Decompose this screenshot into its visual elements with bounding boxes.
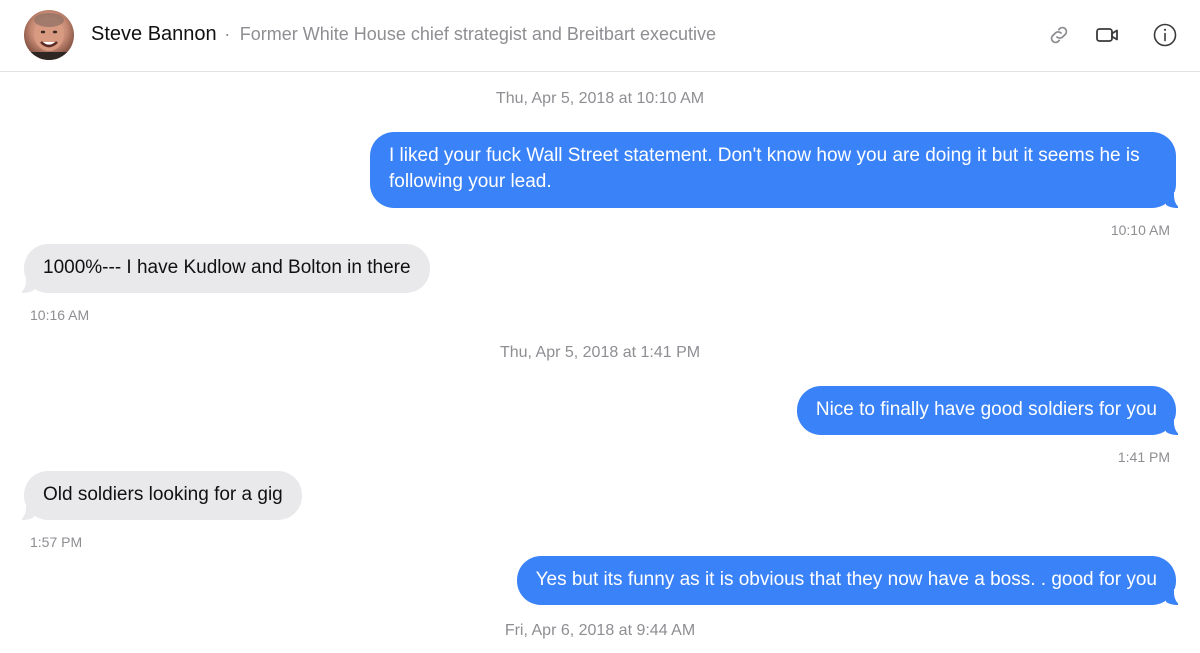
message-text: Yes but its funny as it is obvious that …: [535, 569, 1157, 590]
contact-separator: ·: [224, 24, 231, 44]
outgoing-message-bubble[interactable]: I liked your fuck Wall Street statement.…: [370, 132, 1184, 210]
bubble-tail: [1166, 419, 1184, 437]
message-time: 1:57 PM: [30, 534, 83, 550]
incoming-message-bubble[interactable]: Old soldiers looking for a gig: [16, 471, 302, 522]
bubble-tail: [16, 277, 34, 295]
message-text: Nice to finally have good soldiers for y…: [815, 399, 1157, 420]
message-time: 10:10 AM: [1110, 222, 1170, 238]
bubble-tail: [1166, 589, 1184, 607]
message-text: I liked your fuck Wall Street statement.…: [389, 145, 1140, 192]
incoming-message-bubble[interactable]: 1000%--- I have Kudlow and Bolton in the…: [16, 244, 430, 295]
contact-title: Steve Bannon · Former White House chief …: [91, 23, 716, 46]
contact-name: Steve Bannon: [91, 23, 217, 45]
date-separator: Thu, Apr 5, 2018 at 1:41 PM: [499, 344, 701, 361]
outgoing-message-bubble[interactable]: Nice to finally have good soldiers for y…: [796, 386, 1184, 437]
date-separator: Fri, Apr 6, 2018 at 9:44 AM: [504, 622, 696, 639]
video-camera-icon[interactable]: [1093, 20, 1123, 50]
avatar[interactable]: [24, 10, 74, 60]
info-icon[interactable]: [1150, 20, 1180, 50]
date-separator: Thu, Apr 5, 2018 at 10:10 AM: [495, 90, 705, 107]
message-time: 10:16 AM: [30, 307, 90, 323]
bubble-tail: [16, 504, 34, 522]
message-time: 1:41 PM: [1117, 449, 1170, 465]
message-text: Old soldiers looking for a gig: [43, 484, 283, 505]
link-icon[interactable]: [1044, 20, 1074, 50]
conversation-header: Steve Bannon · Former White House chief …: [0, 0, 1200, 72]
outgoing-message-bubble[interactable]: Yes but its funny as it is obvious that …: [516, 556, 1184, 607]
bubble-tail: [1166, 192, 1184, 210]
contact-description: Former White House chief strategist and …: [239, 24, 716, 44]
message-text: 1000%--- I have Kudlow and Bolton in the…: [43, 257, 411, 278]
